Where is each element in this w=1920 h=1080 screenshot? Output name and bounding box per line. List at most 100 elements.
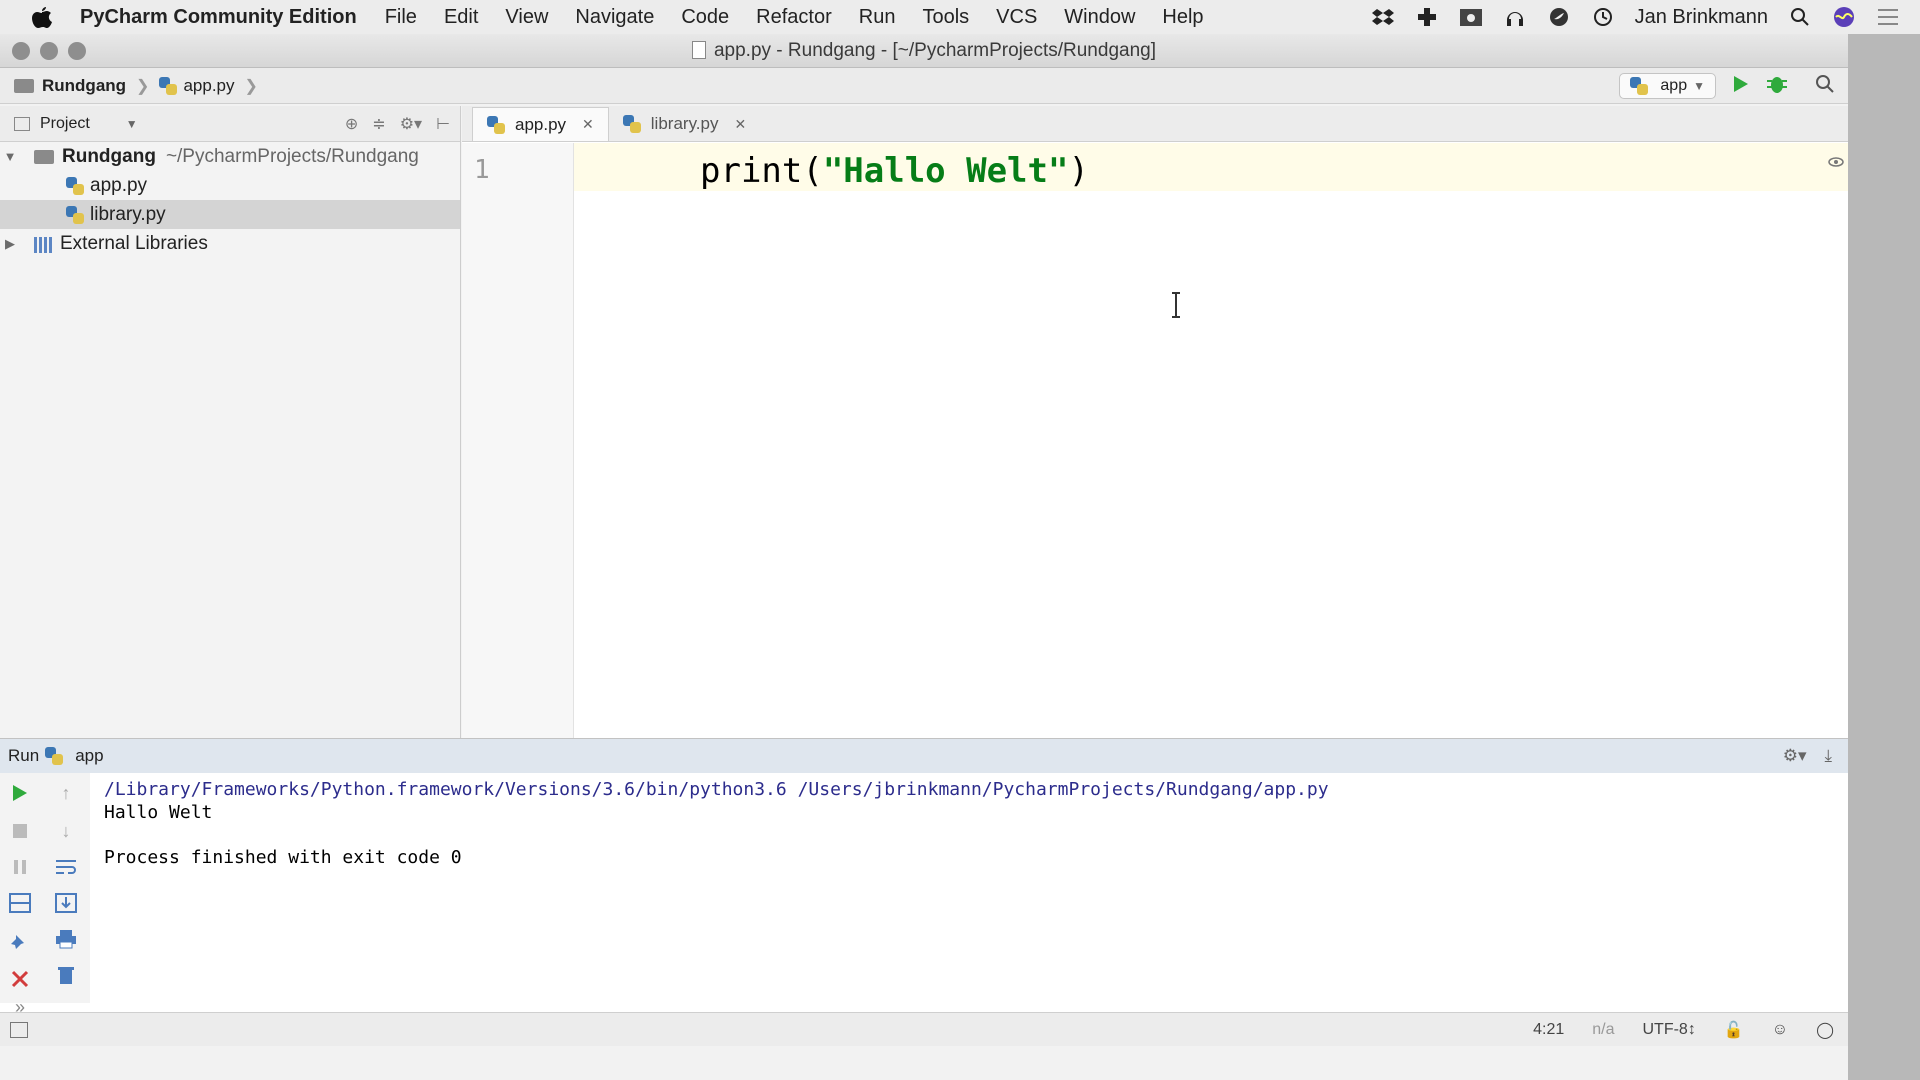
breadcrumb-project[interactable]: Rundgang ❯	[14, 76, 149, 96]
breadcrumb-file-label: app.py	[183, 75, 235, 95]
scroll-to-end-icon[interactable]	[52, 889, 80, 917]
user-name[interactable]: Jan Brinkmann	[1635, 6, 1768, 29]
siri-icon[interactable]	[1832, 5, 1856, 29]
dropbox-icon[interactable]	[1371, 5, 1395, 29]
menu-tools[interactable]: Tools	[922, 6, 969, 29]
restore-layout-icon[interactable]	[6, 889, 34, 917]
gear-icon[interactable]: ⚙▾	[1783, 746, 1807, 766]
project-root-label: Rundgang	[62, 145, 156, 167]
python-file-icon	[159, 76, 178, 95]
run-icon[interactable]	[1732, 74, 1750, 99]
text-cursor-icon	[1169, 292, 1183, 318]
code-editor: app.py ✕ library.py ✕ 1 print("Hallo Wel…	[462, 106, 1848, 738]
app-menu-title[interactable]: PyCharm Community Edition	[80, 6, 357, 29]
tab-label: app.py	[515, 114, 567, 134]
tab-app-py[interactable]: app.py ✕	[472, 107, 609, 141]
status-bar: 4:21 n/a UTF-8↕ 🔓 ☺ ◯	[0, 1012, 1848, 1046]
collapsed-arrow-icon[interactable]: ▶	[0, 236, 20, 252]
console-command: /Library/Frameworks/Python.framework/Ver…	[104, 779, 1329, 800]
menu-vcs[interactable]: VCS	[996, 6, 1037, 29]
pause-icon[interactable]	[6, 853, 34, 881]
locate-icon[interactable]: ⊕	[345, 114, 358, 134]
print-icon[interactable]	[52, 925, 80, 953]
pin-icon[interactable]	[6, 929, 34, 957]
console-exit-message: Process finished with exit code 0	[104, 846, 462, 868]
lock-icon[interactable]: 🔓	[1724, 1020, 1744, 1040]
editor-tabs: app.py ✕ library.py ✕	[462, 106, 1848, 142]
tree-item-label: External Libraries	[60, 232, 208, 254]
stop-icon[interactable]	[6, 817, 34, 845]
photo-icon[interactable]	[1459, 5, 1483, 29]
plugin-icon[interactable]	[1415, 5, 1439, 29]
notification-list-icon[interactable]	[1876, 5, 1900, 29]
rerun-icon[interactable]	[6, 779, 34, 807]
project-panel-header: Project ▼ ⊕ ≑ ⚙▾ ⊢	[0, 106, 460, 142]
apple-icon[interactable]	[30, 3, 54, 31]
up-arrow-icon[interactable]: ↑	[52, 779, 80, 807]
hide-panel-icon[interactable]: ⊢	[436, 114, 450, 134]
project-root-path: ~/PycharmProjects/Rundgang	[165, 145, 419, 167]
chevron-right-icon: ❯	[136, 77, 150, 95]
console-stdout: Hallo Welt	[104, 801, 213, 823]
current-line[interactable]: print("Hallo Welt")	[574, 143, 1848, 191]
bird-icon[interactable]	[1547, 5, 1571, 29]
event-log-icon[interactable]: ◯	[1816, 1020, 1834, 1040]
breadcrumb-file[interactable]: app.py ❯	[159, 75, 258, 96]
menu-file[interactable]: File	[385, 6, 417, 29]
menu-run[interactable]: Run	[859, 6, 896, 29]
menu-window[interactable]: Window	[1064, 6, 1135, 29]
macos-menubar: PyCharm Community Edition File Edit View…	[0, 0, 1920, 34]
tab-library-py[interactable]: library.py ✕	[609, 107, 760, 141]
time-machine-icon[interactable]	[1591, 5, 1615, 29]
tree-item-library-py[interactable]: library.py	[0, 200, 460, 229]
search-everywhere-icon[interactable]	[1814, 73, 1836, 100]
line-separator[interactable]: n/a	[1592, 1021, 1614, 1039]
hide-panel-icon[interactable]: ⤓	[1824, 746, 1832, 766]
folder-icon	[34, 149, 54, 164]
tree-item-external-libraries[interactable]: ▶ External Libraries	[0, 229, 460, 258]
menu-view[interactable]: View	[505, 6, 548, 29]
code-text[interactable]: print("Hallo Welt")	[700, 151, 1089, 191]
menu-edit[interactable]: Edit	[444, 6, 478, 29]
tree-item-app-py[interactable]: app.py	[0, 171, 460, 200]
chevron-down-icon[interactable]: ▼	[126, 117, 138, 131]
eye-icon[interactable]	[1828, 154, 1844, 170]
search-icon[interactable]	[1788, 5, 1812, 29]
line-number: 1	[474, 155, 490, 185]
menu-refactor[interactable]: Refactor	[756, 6, 832, 29]
menu-help[interactable]: Help	[1162, 6, 1203, 29]
project-view-selector[interactable]: Project	[40, 115, 90, 133]
run-config-tab[interactable]: app	[75, 746, 103, 766]
close-run-icon[interactable]	[6, 965, 34, 993]
close-icon[interactable]: ✕	[582, 116, 594, 133]
window-titlebar: app.py - Rundgang - [~/PycharmProjects/R…	[0, 34, 1848, 68]
run-configuration-label: app	[1660, 77, 1688, 94]
menu-code[interactable]: Code	[681, 6, 729, 29]
trash-icon[interactable]	[52, 961, 80, 989]
caret-position[interactable]: 4:21	[1533, 1021, 1564, 1039]
run-tool-window: Run app ⚙▾ ⤓ ↑ ↓ » /Library/Frameworks/P…	[0, 738, 1848, 1046]
run-panel-header: Run app ⚙▾ ⤓	[0, 739, 1848, 773]
tree-item-label: library.py	[90, 203, 166, 225]
tree-item-label: app.py	[90, 174, 148, 196]
run-configuration-select[interactable]: app ▼	[1619, 73, 1716, 99]
file-encoding[interactable]: UTF-8↕	[1643, 1021, 1696, 1039]
window-title-text: app.py - Rundgang - [~/PycharmProjects/R…	[713, 39, 1156, 61]
tree-item-project-root[interactable]: ▼ Rundgang ~/PycharmProjects/Rundgang	[0, 142, 460, 171]
soft-wrap-icon[interactable]	[52, 853, 80, 881]
menu-navigate[interactable]: Navigate	[575, 6, 654, 29]
toggle-tool-windows-icon[interactable]	[10, 1021, 28, 1038]
console-output[interactable]: /Library/Frameworks/Python.framework/Ver…	[104, 779, 1329, 869]
python-file-icon	[622, 115, 641, 133]
inspector-icon[interactable]: ☺	[1772, 1021, 1788, 1039]
chevron-down-icon: ▼	[1693, 79, 1705, 93]
folder-icon	[14, 78, 34, 93]
chevron-right-icon: ❯	[244, 77, 258, 95]
debug-icon[interactable]	[1766, 73, 1788, 100]
gear-icon[interactable]: ⚙▾	[400, 114, 422, 134]
headphones-icon[interactable]	[1503, 5, 1527, 29]
expanded-arrow-icon[interactable]: ▼	[0, 149, 20, 164]
collapse-all-icon[interactable]: ≑	[372, 114, 385, 134]
down-arrow-icon[interactable]: ↓	[52, 817, 80, 845]
close-icon[interactable]: ✕	[734, 116, 746, 133]
